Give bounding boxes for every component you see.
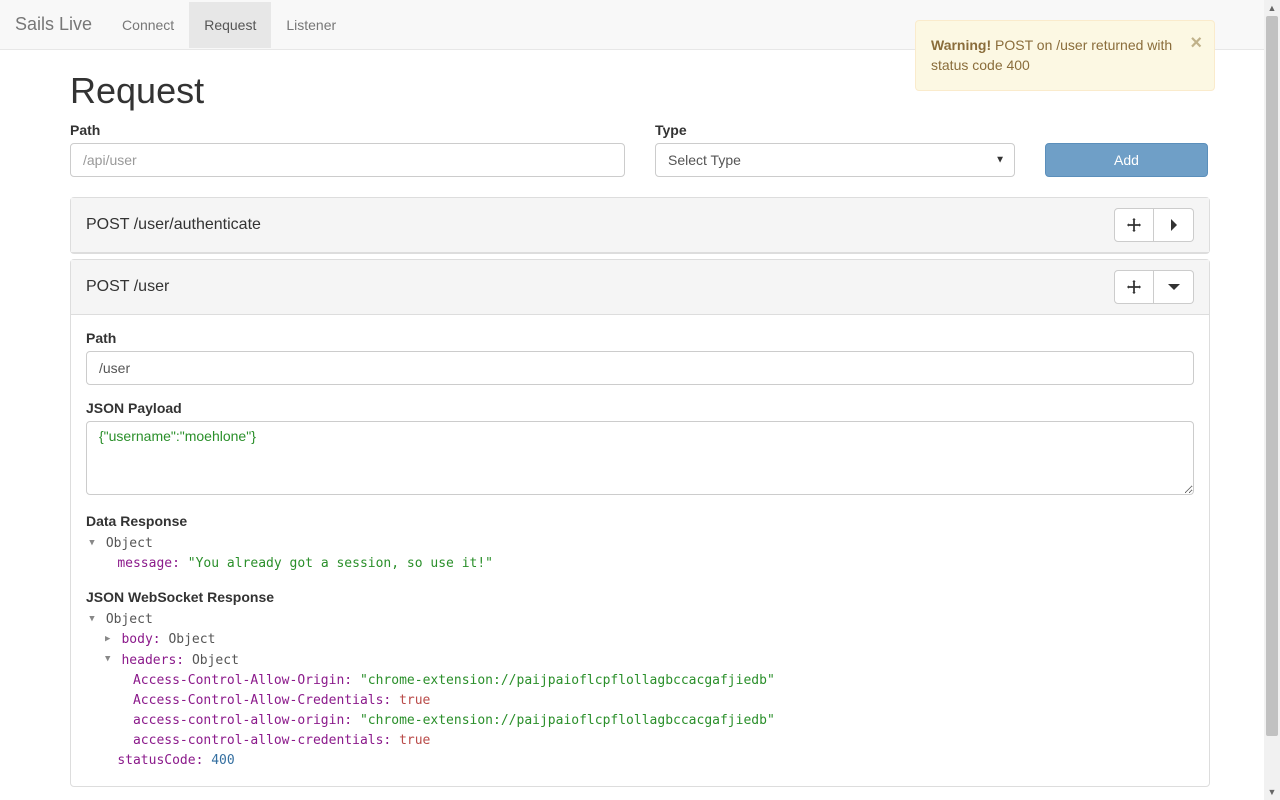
nav-connect[interactable]: Connect: [107, 2, 189, 48]
caret-down-icon[interactable]: ▼: [86, 537, 98, 551]
ws-response-label: JSON WebSocket Response: [86, 589, 1194, 605]
alert-strong: Warning!: [931, 37, 991, 53]
chevron-down-icon[interactable]: [1154, 270, 1194, 304]
payload-textarea[interactable]: {"username":"moehlone"}: [86, 421, 1194, 495]
card-title: POST /user/authenticate: [86, 216, 261, 234]
type-label: Type: [655, 122, 1015, 138]
data-response-label: Data Response: [86, 513, 1194, 529]
request-card-1: POST /user Path JSON Payload {"username"…: [70, 259, 1210, 787]
caret-right-icon[interactable]: ▶: [102, 633, 114, 647]
move-icon[interactable]: [1114, 270, 1154, 304]
new-request-form: Path Type Select Type ▼ Add: [70, 122, 1210, 177]
nav-listener[interactable]: Listener: [271, 2, 351, 48]
card-title: POST /user: [86, 278, 169, 296]
detail-path-label: Path: [86, 330, 1194, 346]
type-select[interactable]: Select Type: [655, 143, 1015, 177]
warning-alert: × Warning! POST on /user returned with s…: [915, 20, 1215, 91]
detail-path-input[interactable]: [86, 351, 1194, 385]
scrollbar-thumb[interactable]: [1266, 16, 1278, 736]
add-button[interactable]: Add: [1045, 143, 1208, 177]
request-card-0: POST /user/authenticate: [70, 197, 1210, 254]
payload-label: JSON Payload: [86, 400, 1194, 416]
scrollbar[interactable]: ▲ ▼: [1264, 0, 1280, 800]
path-label: Path: [70, 122, 625, 138]
nav-request[interactable]: Request: [189, 2, 271, 48]
scroll-down-icon[interactable]: ▼: [1264, 784, 1280, 800]
chevron-right-icon[interactable]: [1154, 208, 1194, 242]
path-input[interactable]: [70, 143, 625, 177]
close-icon[interactable]: ×: [1190, 29, 1202, 57]
move-icon[interactable]: [1114, 208, 1154, 242]
ws-response-tree: ▼ Object ▶ body: Object ▼ headers: Objec…: [86, 610, 1194, 771]
scroll-up-icon[interactable]: ▲: [1264, 0, 1280, 16]
data-response-tree: ▼ Object message: "You already got a ses…: [86, 534, 1194, 574]
brand[interactable]: Sails Live: [15, 0, 107, 50]
caret-down-icon[interactable]: ▼: [102, 653, 114, 667]
caret-down-icon[interactable]: ▼: [86, 613, 98, 627]
